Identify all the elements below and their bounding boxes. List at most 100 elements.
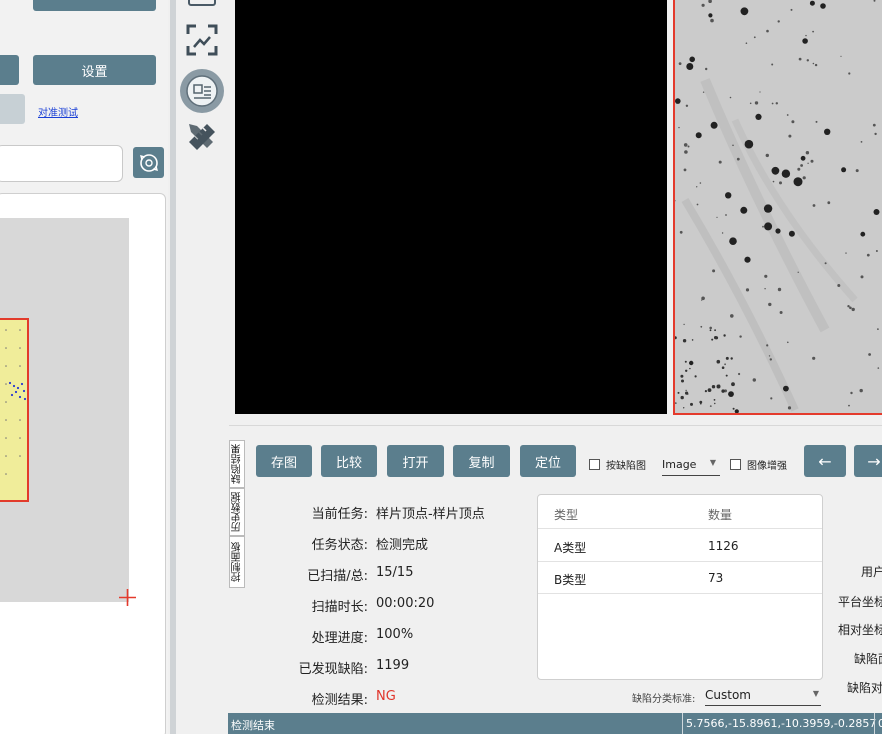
defect-speck: [793, 177, 803, 187]
locate-button[interactable]: 定位: [520, 445, 576, 477]
defect-speck: [873, 209, 880, 215]
prev-button[interactable]: ←: [804, 445, 846, 477]
camera-view-left[interactable]: [235, 0, 667, 414]
fit-view-icon: [186, 24, 218, 56]
defect-list-button[interactable]: [180, 69, 224, 113]
table-row[interactable]: A类型 1126: [538, 530, 822, 562]
defect-speck: [855, 169, 859, 173]
defect-speck: [718, 160, 722, 164]
calibration-link[interactable]: 对准测试: [38, 104, 78, 119]
defect-speck: [805, 34, 807, 37]
defect-speck: [712, 269, 716, 273]
defect-speck: [745, 288, 750, 292]
defect-speck: [678, 126, 680, 129]
defect-speck: [859, 388, 863, 393]
camera-refresh-icon: [139, 153, 158, 172]
image-enhance-checkbox[interactable]: [730, 459, 741, 470]
open-button[interactable]: 打开: [387, 445, 444, 477]
classification-value: Custom: [705, 688, 751, 702]
defect-speck: [724, 363, 726, 366]
defect-type-table: 类型 数量 A类型 1126 B类型 73: [537, 494, 823, 680]
defect-speck: [769, 358, 772, 361]
refresh-camera-button[interactable]: [133, 147, 164, 178]
settings-button[interactable]: 设置: [33, 55, 156, 85]
tool-icon-column: [176, 0, 228, 734]
classification-select[interactable]: Custom ▼: [705, 686, 821, 706]
defect-speck: [744, 256, 751, 263]
defect-speck: [749, 102, 752, 105]
top-partial-button[interactable]: [33, 0, 156, 11]
result-value: NG: [376, 689, 396, 704]
defect-speck: [699, 182, 702, 184]
defect-speck: [807, 162, 809, 164]
defect-speck: [752, 378, 756, 382]
scanned-total-value: 15/15: [376, 565, 414, 580]
status-extra: 0: [878, 717, 882, 730]
defect-speck: [709, 405, 712, 407]
defect-speck: [791, 120, 795, 124]
defect-speck: [721, 389, 725, 393]
defect-speck: [686, 63, 694, 70]
defect-speck: [820, 3, 826, 9]
defect-speck: [689, 56, 695, 63]
defect-speck: [812, 356, 816, 360]
classification-label: 缺陷分类标准:: [632, 694, 696, 705]
copy-button[interactable]: 复制: [453, 445, 510, 477]
progress-label: 处理进度:: [311, 631, 368, 646]
defect-speck: [771, 102, 774, 105]
defect-speck: [788, 134, 792, 138]
table-header: 类型 数量: [538, 497, 822, 529]
task-status-label: 任务状态:: [311, 538, 368, 553]
compare-button[interactable]: 比较: [321, 445, 377, 477]
image-select[interactable]: Image ▼: [662, 454, 720, 476]
sample-texture: [675, 0, 882, 413]
save-image-button[interactable]: 存图: [256, 445, 312, 477]
partial-light-button[interactable]: [0, 94, 25, 124]
defect-speck: [764, 274, 768, 278]
defect-speck: [802, 38, 808, 44]
defect-speck: [753, 36, 756, 39]
defect-speck: [790, 8, 793, 11]
defect-speck: [771, 63, 774, 66]
defect-speck: [683, 168, 687, 172]
defect-speck: [725, 374, 728, 377]
tab-defect-results[interactable]: 缺陷结果: [229, 440, 245, 488]
defect-speck: [700, 325, 703, 328]
progress-value: 100%: [376, 627, 414, 642]
defect-speck: [777, 20, 780, 23]
defect-speck: [779, 181, 782, 185]
defect-speck: [849, 306, 852, 310]
defect-speck: [786, 114, 789, 116]
defect-speck: [775, 228, 781, 234]
defect-speck: [723, 334, 726, 337]
measure-tool-button[interactable]: [185, 120, 219, 154]
table-row[interactable]: B类型 73: [538, 562, 822, 594]
defect-speck: [707, 388, 712, 392]
defect-speck: [763, 204, 773, 213]
next-button[interactable]: →: [854, 445, 882, 477]
defect-speck: [806, 59, 809, 62]
defect-speck: [860, 231, 866, 237]
defect-speck: [824, 128, 831, 135]
defect-speck: [675, 98, 681, 104]
defect-speck: [681, 379, 684, 383]
partial-left-button[interactable]: [0, 55, 19, 85]
partial-tool-button[interactable]: [188, 0, 216, 6]
defect-speck: [739, 335, 742, 338]
defect-speck: [841, 167, 847, 173]
current-task-label: 当前任务:: [311, 507, 368, 522]
search-input[interactable]: [0, 145, 123, 182]
fit-view-button[interactable]: [184, 22, 220, 58]
defect-speck: [686, 393, 689, 395]
defect-speck: [809, 0, 815, 6]
defect-speck: [787, 341, 789, 344]
defect-area-label: 缺陷面: [854, 652, 882, 666]
defect-image-view[interactable]: [673, 0, 882, 415]
by-defect-image-checkbox[interactable]: [589, 459, 600, 470]
defect-speck: [714, 402, 716, 405]
defect-speck: [731, 382, 735, 387]
platform-coords-label: 平台坐标: [838, 595, 882, 609]
defect-speck: [860, 141, 863, 143]
defect-dots: [5, 329, 27, 475]
selected-region[interactable]: [0, 318, 29, 502]
